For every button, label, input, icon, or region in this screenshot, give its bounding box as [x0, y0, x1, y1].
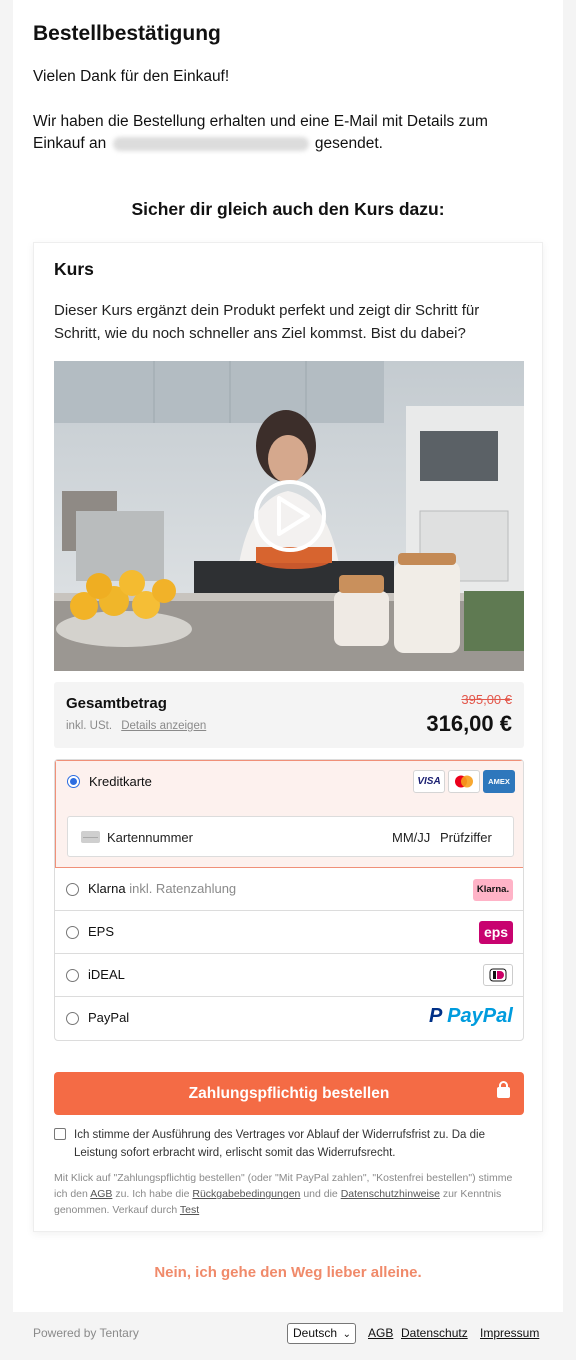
radio-klarna[interactable]: [66, 883, 79, 896]
footer-agb-link[interactable]: AGB: [368, 1326, 393, 1340]
course-video[interactable]: [54, 361, 524, 671]
chevron-down-icon: ⌄: [342, 1329, 351, 1340]
language-select[interactable]: Deutsch ⌄: [287, 1323, 356, 1344]
klarna-sublabel: inkl. Ratenzahlung: [129, 881, 237, 896]
video-thumbnail: [54, 361, 524, 671]
payment-option-klarna[interactable]: Klarna inkl. Ratenzahlung Klarna.: [55, 868, 523, 911]
radio-paypal[interactable]: [66, 1012, 79, 1025]
total-summary: Gesamtbetrag inkl. USt. Details anzeigen…: [54, 682, 524, 748]
footer-imprint-link[interactable]: Impressum: [480, 1326, 539, 1340]
lock-icon: [497, 1081, 510, 1098]
card-number-input[interactable]: Kartennummer: [107, 830, 193, 845]
eps-label: EPS: [88, 924, 115, 939]
klarna-label: Klarna inkl. Ratenzahlung: [88, 881, 236, 896]
thanks-message: Vielen Dank für den Einkauf!: [33, 68, 230, 85]
payment-option-paypal[interactable]: PayPal P PayPal: [55, 997, 523, 1040]
legal-text-3: und die: [303, 1188, 338, 1200]
paypal-logo-p: P: [429, 1005, 442, 1027]
returns-link[interactable]: Rückgabebedingungen: [192, 1188, 300, 1200]
redacted-email: [112, 136, 309, 151]
payment-methods: Kreditkarte VISA AMEX Kartennummer MM/JJ…: [54, 759, 524, 1041]
footer-privacy-link[interactable]: Datenschutz: [401, 1326, 468, 1340]
ideal-label: iDEAL: [88, 967, 125, 982]
consent-checkbox[interactable]: [54, 1128, 66, 1140]
order-confirmation-page: Bestellbestätigung Vielen Dank für den E…: [13, 0, 563, 1312]
agb-link[interactable]: AGB: [90, 1188, 112, 1200]
payment-option-eps[interactable]: EPS eps: [55, 911, 523, 954]
payment-option-credit-card[interactable]: Kreditkarte VISA AMEX Kartennummer MM/JJ…: [55, 760, 523, 868]
paypal-label: PayPal: [88, 1010, 130, 1025]
ideal-icon: [483, 964, 513, 986]
old-price: 395,00 €: [461, 692, 512, 707]
expiry-input[interactable]: MM/JJ: [392, 830, 430, 845]
consent-text: Ich stimme der Ausführung des Vertrages …: [74, 1129, 485, 1159]
card-input-field[interactable]: Kartennummer MM/JJ Prüfziffer: [67, 816, 514, 857]
radio-ideal[interactable]: [66, 969, 79, 982]
credit-card-label: Kreditkarte: [89, 774, 152, 789]
order-button-label: Zahlungspflichtig bestellen: [188, 1085, 390, 1102]
radio-eps[interactable]: [66, 926, 79, 939]
play-icon[interactable]: [254, 480, 326, 552]
decline-link[interactable]: Nein, ich gehe den Weg lieber alleine.: [13, 1264, 563, 1281]
upsell-card: Kurs Dieser Kurs ergänzt dein Produkt pe…: [33, 242, 543, 1232]
page-title: Bestellbestätigung: [33, 22, 221, 45]
cvc-input[interactable]: Prüfziffer: [440, 830, 492, 845]
card-title: Kurs: [54, 259, 94, 279]
consent-checkbox-row: Ich stimme der Ausführung des Vertrages …: [54, 1126, 524, 1162]
total-price: 316,00 €: [426, 711, 512, 736]
total-label: Gesamtbetrag: [66, 695, 167, 712]
tax-note: inkl. USt. Details anzeigen: [66, 720, 206, 732]
legal-notice: Mit Klick auf "Zahlungspflichtig bestell…: [54, 1170, 524, 1218]
paypal-icon: P PayPal: [429, 1005, 513, 1028]
powered-by: Powered by Tentary: [33, 1326, 139, 1340]
seller-link[interactable]: Test: [180, 1204, 199, 1216]
klarna-icon: Klarna.: [473, 879, 513, 901]
eps-icon: eps: [479, 921, 513, 944]
klarna-label-text: Klarna: [88, 881, 126, 896]
language-value: Deutsch: [293, 1326, 338, 1340]
visa-icon: VISA: [413, 770, 445, 793]
amex-icon: AMEX: [483, 770, 515, 793]
email-info-after: gesendet.: [314, 135, 383, 152]
paypal-logo-text: PayPal: [447, 1005, 513, 1027]
details-link[interactable]: Details anzeigen: [121, 720, 206, 732]
privacy-link[interactable]: Datenschutzhinweise: [341, 1188, 440, 1200]
upsell-heading: Sicher dir gleich auch den Kurs dazu:: [131, 199, 445, 219]
tax-note-text: inkl. USt.: [66, 720, 113, 732]
credit-card-icon: [81, 831, 100, 843]
mastercard-icon: [448, 770, 480, 793]
order-button[interactable]: Zahlungspflichtig bestellen: [54, 1072, 524, 1115]
payment-option-ideal[interactable]: iDEAL: [55, 954, 523, 997]
card-description: Dieser Kurs ergänzt dein Produkt perfekt…: [54, 302, 480, 342]
radio-credit-card[interactable]: [67, 775, 80, 788]
email-info: Wir haben die Bestellung erhalten und ei…: [33, 111, 523, 155]
legal-text-2: zu. Ich habe die: [115, 1188, 190, 1200]
